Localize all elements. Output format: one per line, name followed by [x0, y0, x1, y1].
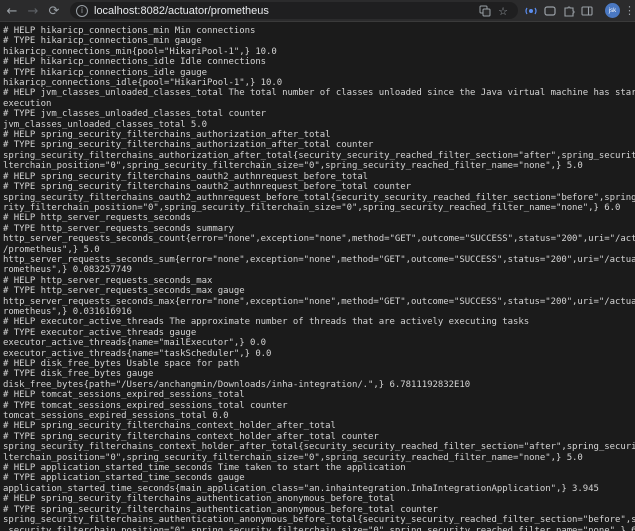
metrics-line: rometheus",} 0.083257749 [3, 265, 132, 276]
metrics-line: executor_active_threads{name="mailExecut… [3, 338, 267, 349]
metrics-line: # HELP http_server_requests_seconds_max [3, 275, 213, 286]
avatar[interactable]: jsk [605, 3, 620, 18]
metrics-line: spring_security_filterchains_authenticat… [3, 515, 635, 526]
metrics-line: # HELP application_started_time_seconds … [3, 463, 406, 474]
metrics-line: # TYPE application_started_time_seconds … [3, 473, 245, 484]
metrics-line: _security_filterchain_position="0",sprin… [3, 525, 635, 531]
metrics-line: tomcat_sessions_expired_sessions_total 0… [3, 411, 229, 422]
metrics-line: http_server_requests_seconds_sum{error="… [3, 254, 635, 265]
address-bar[interactable]: i localhost:8082/actuator/prometheus [70, 2, 518, 19]
extension-icon[interactable] [543, 4, 557, 18]
puzzle-icon[interactable] [562, 4, 576, 18]
metrics-line: # TYPE executor_active_threads gauge [3, 327, 197, 338]
metrics-line: spring_security_filterchains_context_hol… [3, 442, 635, 453]
translate-icon[interactable] [478, 4, 492, 18]
metrics-line: # TYPE spring_security_filterchains_oaut… [3, 182, 412, 193]
star-icon[interactable]: ☆ [496, 4, 510, 18]
metrics-line: hikaricp_connections_idle{pool="HikariPo… [3, 78, 283, 89]
extension-icon[interactable] [524, 4, 538, 18]
kebab-menu-icon[interactable]: ⋮ [624, 4, 635, 17]
metrics-line: # HELP spring_security_filterchains_auth… [3, 130, 331, 141]
metrics-line: jvm_classes_unloaded_classes_total 5.0 [3, 119, 208, 130]
metrics-line: lterchain_position="0",spring_security_f… [3, 452, 583, 463]
metrics-line: # HELP spring_security_filterchains_auth… [3, 494, 395, 505]
metrics-line: # HELP jvm_classes_unloaded_classes_tota… [3, 88, 635, 99]
reload-button[interactable]: ⟳ [45, 2, 63, 20]
metrics-line: # HELP executor_active_threads The appro… [3, 317, 530, 328]
metrics-line: hikaricp_connections_min{pool="HikariPoo… [3, 46, 277, 57]
metrics-line: http_server_requests_seconds_max{error="… [3, 296, 635, 307]
metrics-line: # TYPE jvm_classes_unloaded_classes_tota… [3, 109, 267, 120]
metrics-line: # TYPE hikaricp_connections_idle gauge [3, 67, 208, 78]
site-info-icon[interactable]: i [76, 4, 88, 17]
metrics-line: # HELP disk_free_bytes Usable space for … [3, 359, 240, 369]
metrics-line: rometheus",} 0.031616916 [3, 306, 132, 317]
metrics-line: # TYPE spring_security_filterchains_auth… [3, 504, 438, 515]
metrics-line: # HELP spring_security_filterchains_cont… [3, 421, 336, 432]
metrics-line: # TYPE hikaricp_connections_min gauge [3, 36, 202, 47]
metrics-line: # HELP hikaricp_connections_min Min conn… [3, 26, 256, 36]
metrics-line: # TYPE spring_security_filterchains_auth… [3, 140, 374, 151]
url-text[interactable]: localhost:8082/actuator/prometheus [94, 5, 269, 17]
back-button[interactable]: ← [3, 2, 21, 20]
metrics-line: # TYPE spring_security_filterchains_cont… [3, 431, 379, 442]
metrics-line: disk_free_bytes{path="/Users/anchangmin/… [3, 379, 471, 390]
metrics-line: # TYPE http_server_requests_seconds_max … [3, 286, 245, 297]
metrics-line: # HELP tomcat_sessions_expired_sessions_… [3, 390, 245, 401]
metrics-line: http_server_requests_seconds_count{error… [3, 234, 635, 245]
metrics-line: executor_active_threads{name="taskSchedu… [3, 348, 272, 359]
metrics-line: application_started_time_seconds{main_ap… [3, 483, 599, 494]
metrics-line: # TYPE http_server_requests_seconds summ… [3, 223, 234, 234]
metrics-line: execution [3, 98, 52, 109]
metrics-line: spring_security_filterchains_authorizati… [3, 150, 635, 161]
metrics-line: # TYPE disk_free_bytes gauge [3, 369, 154, 380]
metrics-line: # HELP hikaricp_connections_idle Idle co… [3, 57, 267, 68]
page-content: # HELP hikaricp_connections_min Min conn… [0, 26, 635, 531]
forward-button[interactable]: → [24, 2, 42, 20]
metrics-line: spring_security_filterchains_oauth2_auth… [3, 192, 635, 203]
metrics-line: rity_filterchain_position="0",spring_sec… [3, 202, 621, 213]
side-panel-icon[interactable] [580, 4, 594, 18]
metrics-line: # HELP http_server_requests_seconds [3, 213, 191, 224]
browser-toolbar: ← → ⟳ i localhost:8082/actuator/promethe… [0, 0, 635, 22]
metrics-line: # TYPE tomcat_sessions_expired_sessions_… [3, 400, 288, 411]
metrics-line: # HELP spring_security_filterchains_oaut… [3, 171, 369, 182]
metrics-line: /prometheus",} 5.0 [3, 244, 100, 255]
metrics-line: lterchain_position="0",spring_security_f… [3, 161, 583, 172]
